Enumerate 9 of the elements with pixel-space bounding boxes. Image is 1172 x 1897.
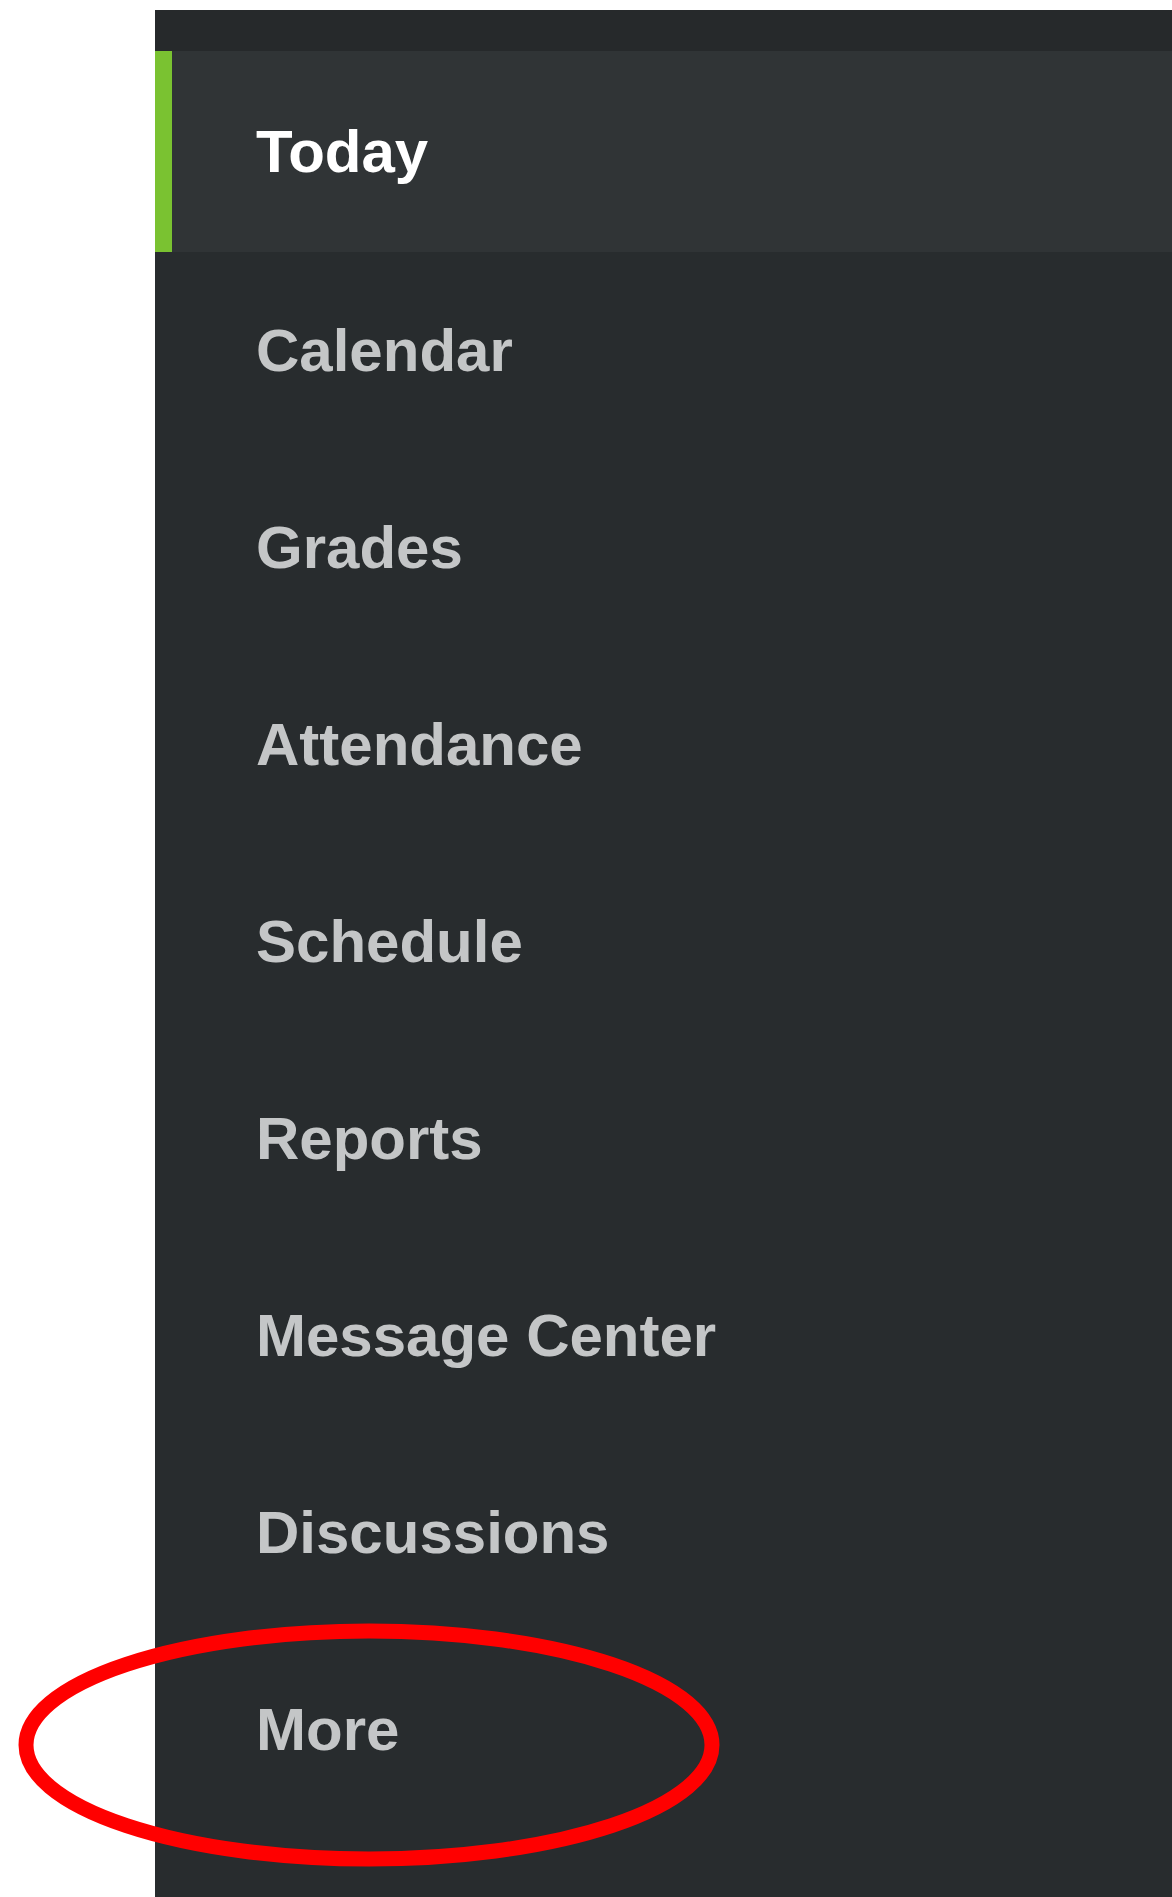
nav-item[interactable]: Calendar <box>155 252 1172 449</box>
nav-item[interactable]: More <box>155 1631 1172 1828</box>
nav-item[interactable]: Schedule <box>155 843 1172 1040</box>
nav-item[interactable]: Message Center <box>155 1237 1172 1434</box>
nav-item[interactable]: Discussions <box>155 1434 1172 1631</box>
nav-item[interactable]: Grades <box>155 449 1172 646</box>
nav-item[interactable]: Reports <box>155 1040 1172 1237</box>
nav-item[interactable]: Today <box>155 51 1172 252</box>
nav-item[interactable]: Attendance <box>155 646 1172 843</box>
